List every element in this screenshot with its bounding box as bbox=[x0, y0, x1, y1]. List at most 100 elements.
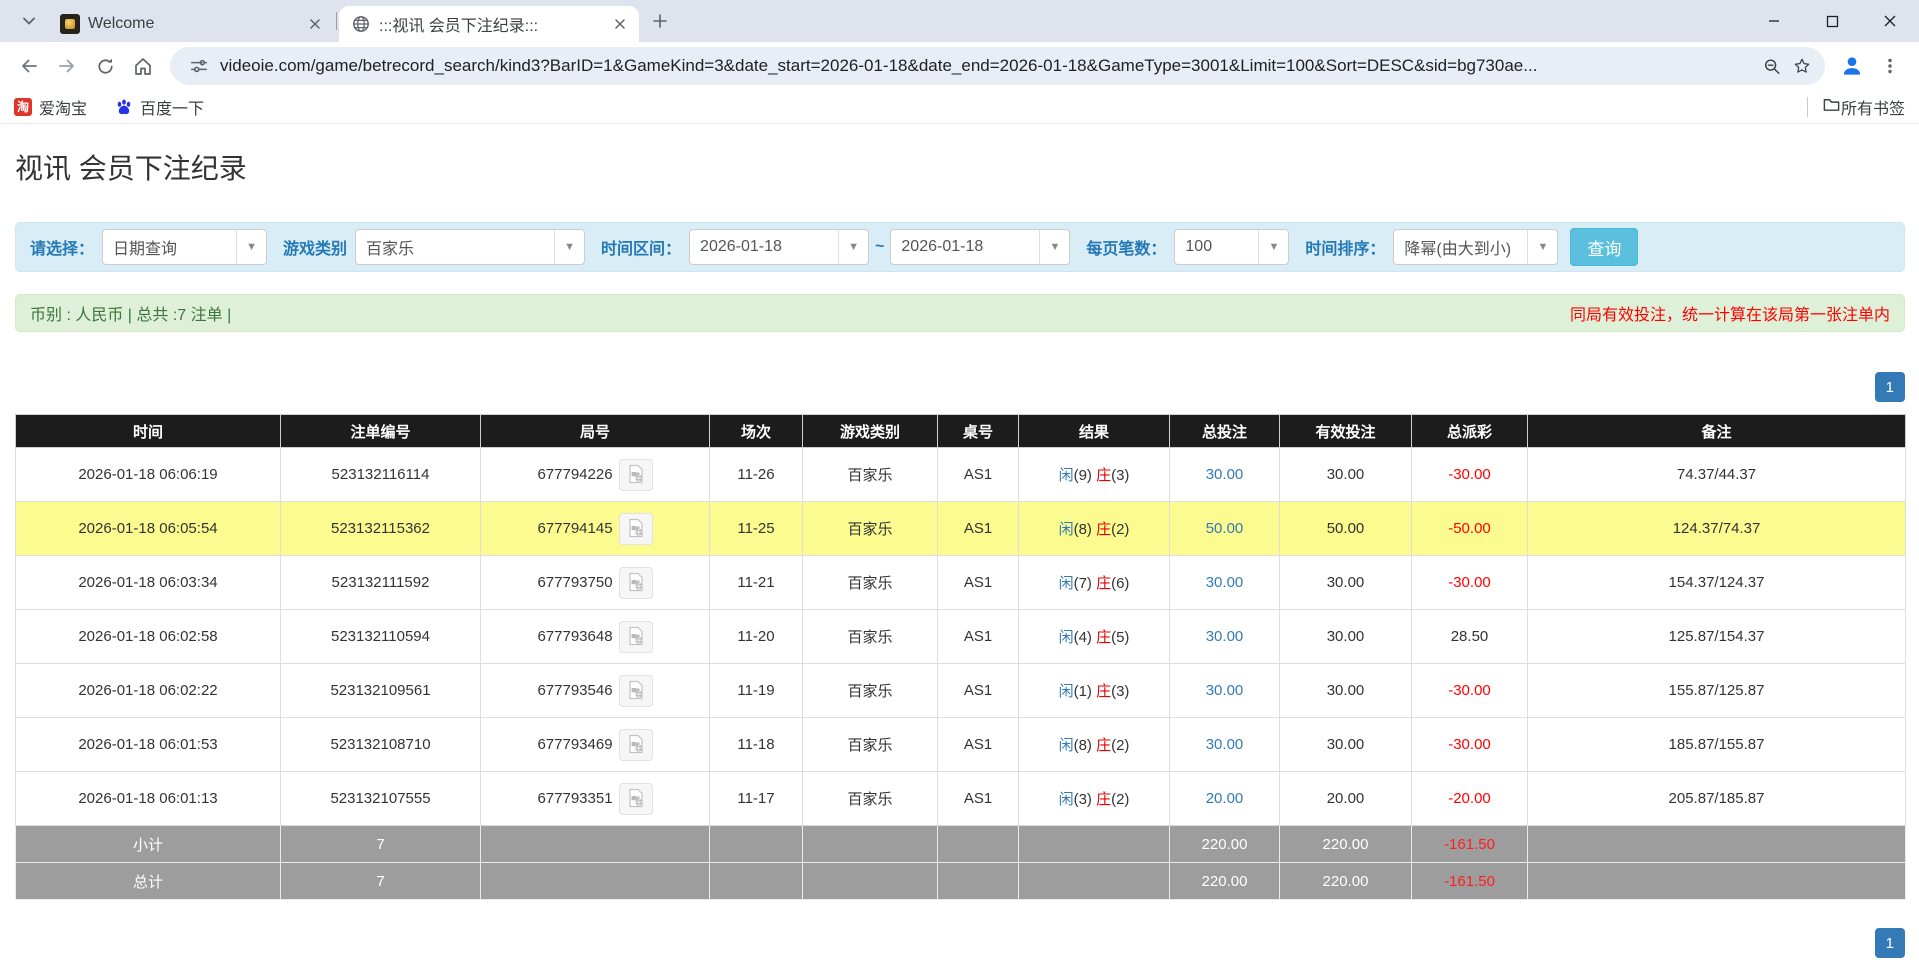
back-button[interactable] bbox=[10, 47, 48, 85]
chevron-down-icon: ▼ bbox=[236, 230, 266, 264]
cell-game-kind: 百家乐 bbox=[803, 448, 938, 502]
select-type-label: 请选择： bbox=[30, 235, 94, 259]
site-info-icon[interactable] bbox=[184, 51, 214, 81]
page-1-button[interactable]: 1 bbox=[1875, 928, 1905, 958]
profile-avatar[interactable] bbox=[1833, 47, 1871, 85]
chevron-down-icon: ▼ bbox=[1039, 230, 1069, 264]
maximize-button[interactable] bbox=[1803, 0, 1861, 42]
date-start-input[interactable]: 2026-01-18 ▼ bbox=[689, 229, 869, 265]
cell-payout: -30.00 bbox=[1412, 664, 1528, 718]
home-button[interactable] bbox=[124, 47, 162, 85]
folder-icon bbox=[1822, 95, 1841, 119]
tab-welcome[interactable]: Welcome bbox=[48, 6, 334, 42]
bookmark-star-icon[interactable] bbox=[1787, 51, 1817, 81]
close-tab-icon[interactable] bbox=[304, 13, 326, 35]
tab-search-button[interactable] bbox=[12, 4, 46, 38]
total-bet-link[interactable]: 30.00 bbox=[1206, 466, 1244, 483]
cell-session: 11-18 bbox=[710, 718, 803, 772]
pagination-bottom: 1 bbox=[15, 928, 1905, 958]
close-tab-icon[interactable] bbox=[609, 13, 631, 35]
game-kind-value: 百家乐 bbox=[356, 230, 554, 264]
total-bet-link[interactable]: 50.00 bbox=[1206, 520, 1244, 537]
chevron-down-icon: ▼ bbox=[1527, 230, 1557, 264]
header-game-kind: 游戏类别 bbox=[803, 415, 938, 448]
cell-payout: -30.00 bbox=[1412, 556, 1528, 610]
tab-betrecord[interactable]: :::视讯 会员下注纪录::: bbox=[339, 6, 639, 42]
cell-valid-bet: 30.00 bbox=[1280, 556, 1412, 610]
total-bet-link[interactable]: 30.00 bbox=[1206, 736, 1244, 753]
zoom-indicator-icon[interactable] bbox=[1757, 51, 1787, 81]
page-size-select[interactable]: 100 ▼ bbox=[1174, 229, 1289, 265]
new-tab-button[interactable] bbox=[643, 4, 677, 38]
query-type-select[interactable]: 日期查询 ▼ bbox=[102, 229, 267, 265]
total-bet-link[interactable]: 30.00 bbox=[1206, 628, 1244, 645]
subtotal-row: 小计7220.00220.00-161.50 bbox=[16, 826, 1906, 863]
date-end-input[interactable]: 2026-01-18 ▼ bbox=[890, 229, 1070, 265]
tab-divider bbox=[336, 12, 337, 30]
cell-valid-bet: 50.00 bbox=[1280, 502, 1412, 556]
header-table-no: 桌号 bbox=[938, 415, 1019, 448]
reload-icon bbox=[95, 56, 116, 77]
forward-button[interactable] bbox=[48, 47, 86, 85]
filter-bar: 请选择： 日期查询 ▼ 游戏类别 百家乐 ▼ 时间区间： 2026-01-18 … bbox=[15, 222, 1905, 272]
address-bar[interactable]: videoie.com/game/betrecord_search/kind3?… bbox=[170, 47, 1825, 85]
cell-table-no: AS1 bbox=[938, 610, 1019, 664]
video-replay-button[interactable] bbox=[619, 675, 653, 707]
page-1-button[interactable]: 1 bbox=[1875, 372, 1905, 402]
video-replay-button[interactable] bbox=[619, 783, 653, 815]
search-button[interactable]: 查询 bbox=[1570, 228, 1638, 266]
page-title: 视讯 会员下注纪录 bbox=[15, 152, 1905, 186]
cell-round: 677793351 bbox=[481, 772, 710, 826]
table-row: 2026-01-18 06:02:58523132110594677793648… bbox=[16, 610, 1906, 664]
bet-records-table: 时间 注单编号 局号 场次 游戏类别 桌号 结果 总投注 有效投注 总派彩 备注… bbox=[15, 414, 1906, 900]
video-replay-icon bbox=[625, 571, 647, 593]
video-replay-button[interactable] bbox=[619, 729, 653, 761]
cell-game-kind: 百家乐 bbox=[803, 610, 938, 664]
header-result: 结果 bbox=[1019, 415, 1170, 448]
date-end-value: 2026-01-18 bbox=[891, 230, 1039, 264]
cell-bet-id: 523132116114 bbox=[281, 448, 481, 502]
sort-value: 降幂(由大到小) bbox=[1394, 230, 1527, 264]
tab-title: Welcome bbox=[88, 15, 296, 33]
cell-table-no: AS1 bbox=[938, 556, 1019, 610]
bookmark-label: 爱淘宝 bbox=[39, 95, 87, 119]
game-kind-select[interactable]: 百家乐 ▼ bbox=[355, 229, 585, 265]
video-replay-button[interactable] bbox=[619, 621, 653, 653]
total-bet-link[interactable]: 20.00 bbox=[1206, 790, 1244, 807]
video-replay-icon bbox=[625, 733, 647, 755]
cell-session: 11-20 bbox=[710, 610, 803, 664]
bookmarks-divider bbox=[1807, 97, 1808, 117]
minimize-button[interactable] bbox=[1745, 0, 1803, 42]
header-total-bet: 总投注 bbox=[1170, 415, 1280, 448]
header-bet-id: 注单编号 bbox=[281, 415, 481, 448]
footer-label: 小计 bbox=[16, 826, 281, 863]
bookmark-baidu[interactable]: 百度一下 bbox=[115, 95, 204, 119]
video-replay-button[interactable] bbox=[619, 513, 653, 545]
video-replay-button[interactable] bbox=[619, 567, 653, 599]
browser-menu-button[interactable] bbox=[1871, 47, 1909, 85]
cell-total-bet: 30.00 bbox=[1170, 448, 1280, 502]
pagination-top: 1 bbox=[15, 372, 1905, 402]
cell-session: 11-26 bbox=[710, 448, 803, 502]
date-start-value: 2026-01-18 bbox=[690, 230, 838, 264]
sort-select[interactable]: 降幂(由大到小) ▼ bbox=[1393, 229, 1558, 265]
bookmark-taobao[interactable]: 淘 爱淘宝 bbox=[14, 95, 87, 119]
cell-result: 闲(8) 庄(2) bbox=[1019, 718, 1170, 772]
chevron-down-icon bbox=[22, 14, 36, 28]
baidu-icon bbox=[115, 98, 133, 116]
page-content: 视讯 会员下注纪录 请选择： 日期查询 ▼ 游戏类别 百家乐 ▼ 时间区间： 2… bbox=[0, 152, 1919, 958]
total-bet-link[interactable]: 30.00 bbox=[1206, 682, 1244, 699]
close-window-button[interactable] bbox=[1861, 0, 1919, 42]
person-icon bbox=[1839, 53, 1865, 79]
footer-total-bet: 220.00 bbox=[1170, 826, 1280, 863]
window-controls bbox=[1745, 0, 1919, 42]
all-bookmarks[interactable]: 所有书签 bbox=[1807, 95, 1905, 119]
total-bet-link[interactable]: 30.00 bbox=[1206, 574, 1244, 591]
cell-valid-bet: 30.00 bbox=[1280, 448, 1412, 502]
reload-button[interactable] bbox=[86, 47, 124, 85]
total-row: 总计7220.00220.00-161.50 bbox=[16, 863, 1906, 900]
video-replay-icon bbox=[625, 679, 647, 701]
video-replay-button[interactable] bbox=[619, 459, 653, 491]
plus-icon bbox=[652, 13, 668, 29]
cell-bet-id: 523132108710 bbox=[281, 718, 481, 772]
